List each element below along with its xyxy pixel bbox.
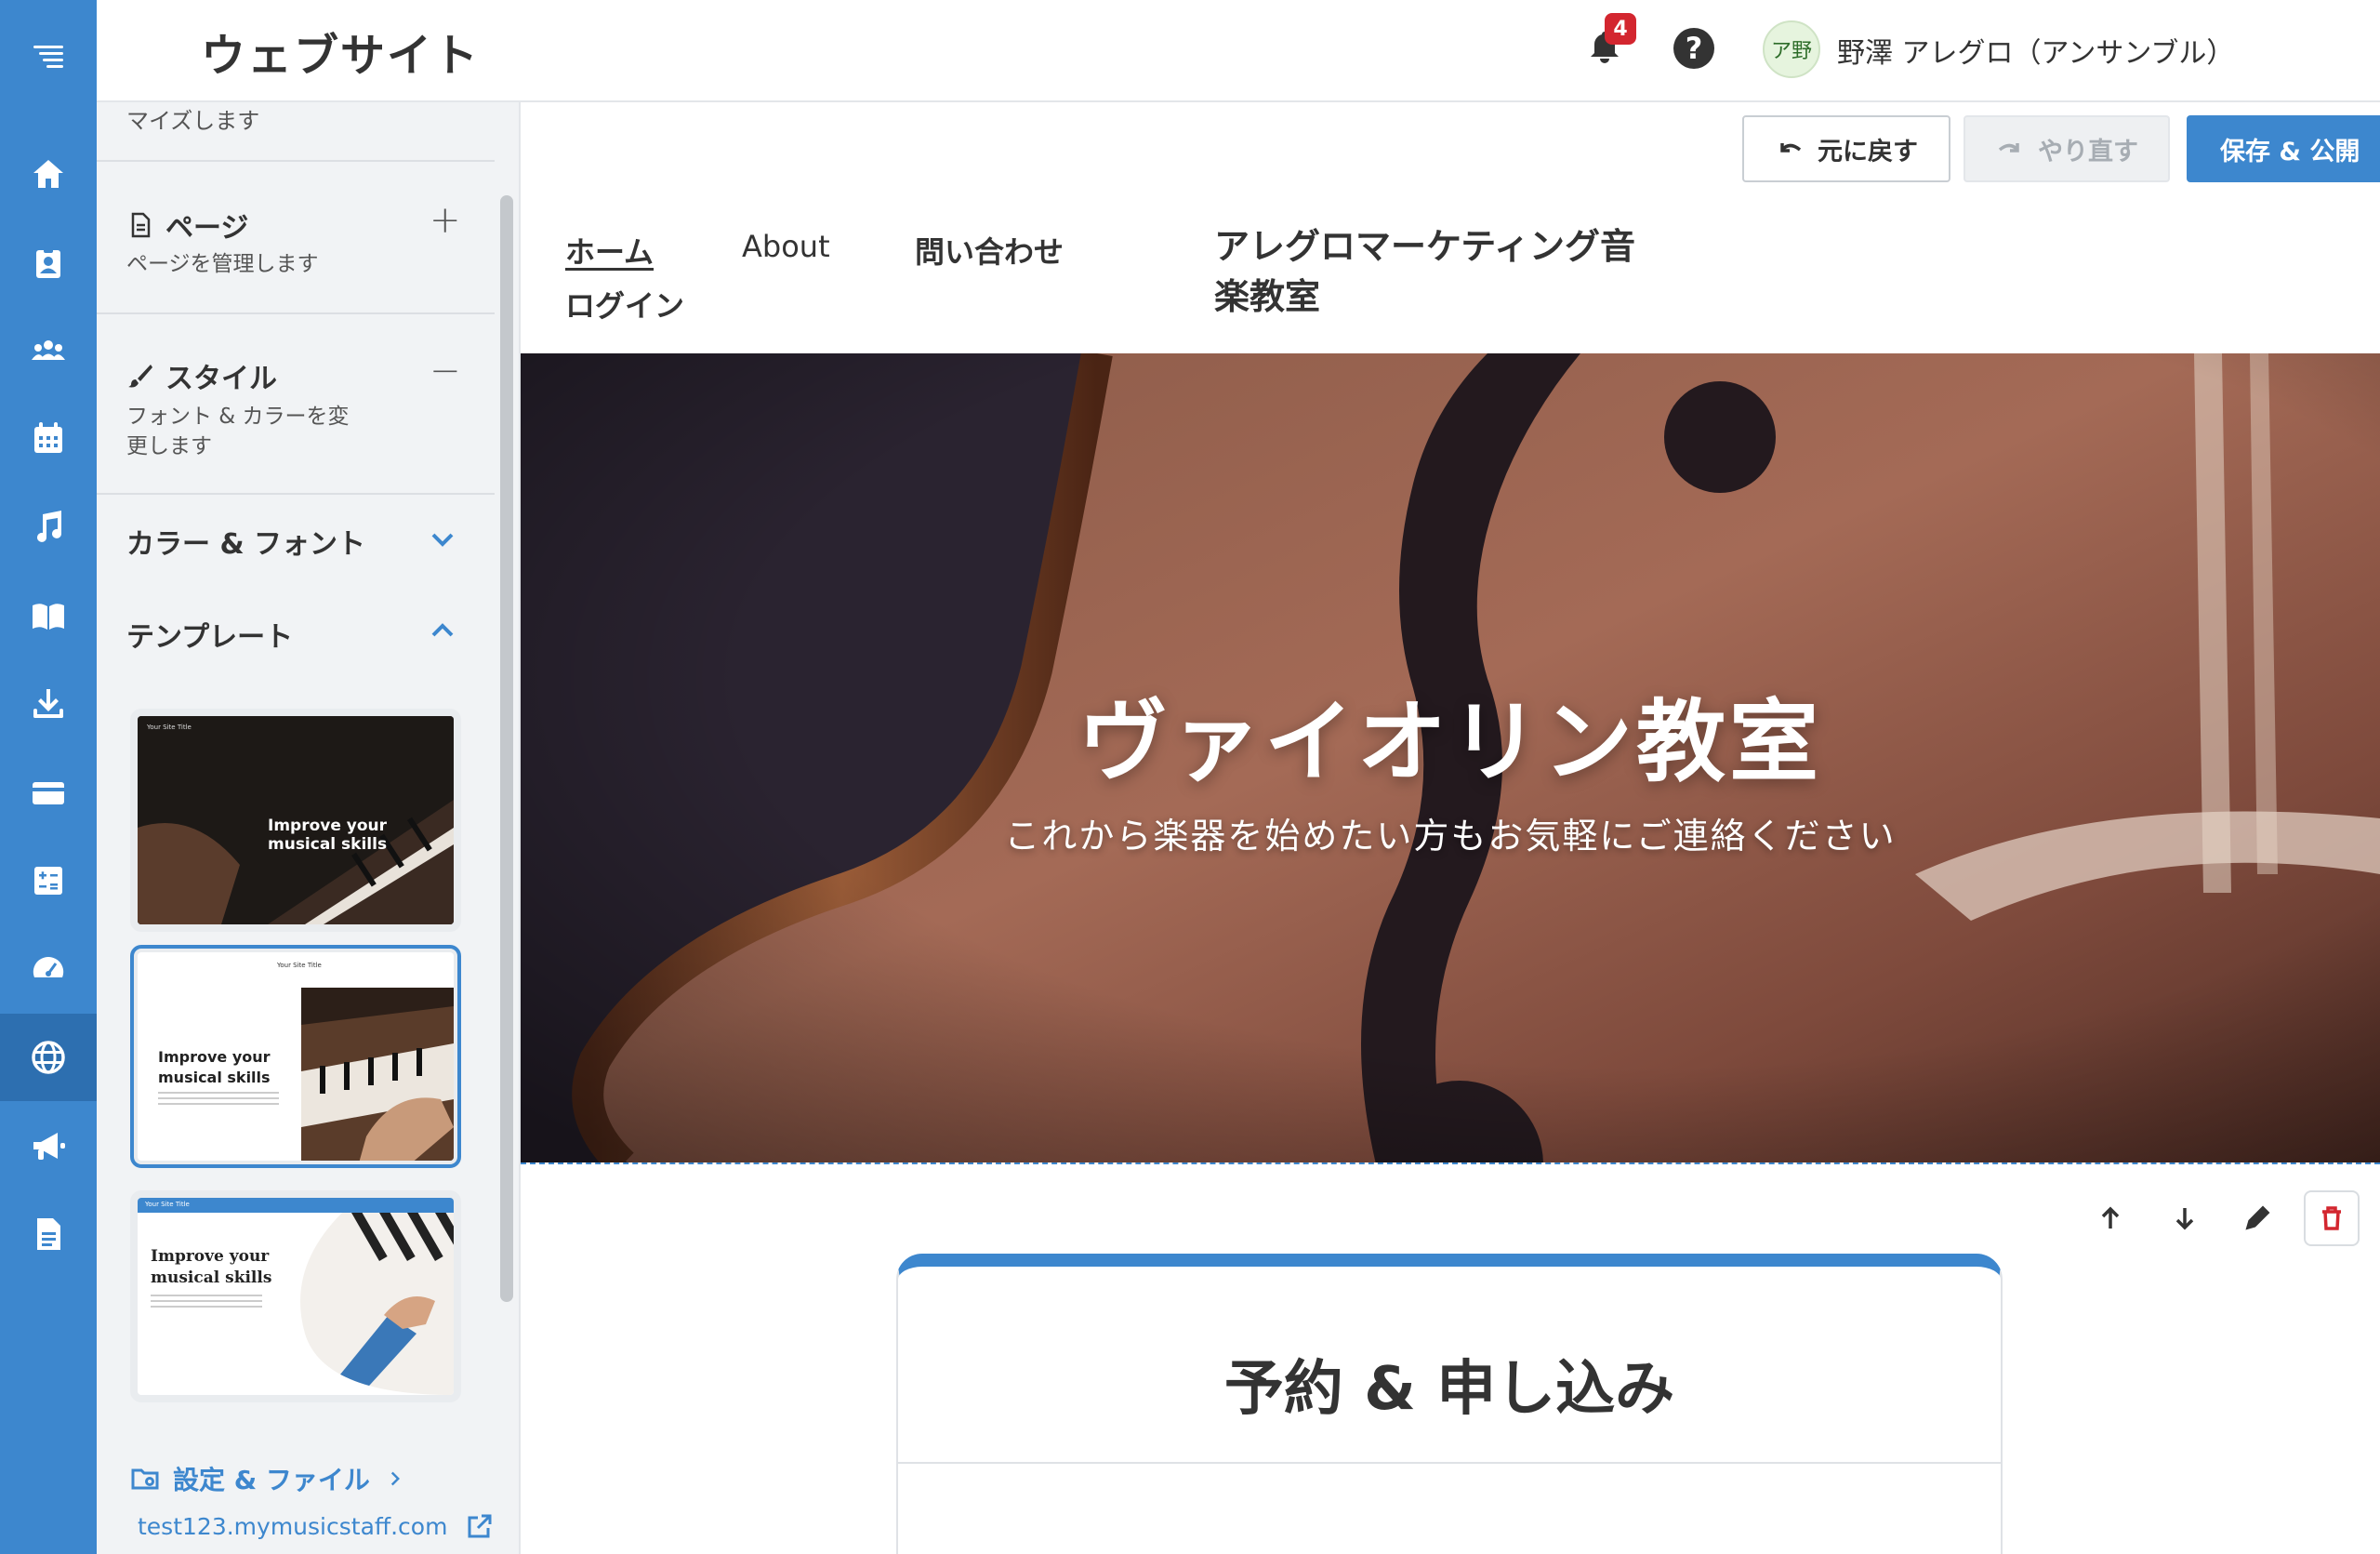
colors-fonts-title[interactable]: カラー & フォント <box>126 521 365 562</box>
page-icon <box>131 212 151 238</box>
template-heading: Improve your musical skills <box>151 1247 272 1287</box>
music-note-icon[interactable] <box>0 484 97 571</box>
notification-badge: 4 <box>1605 13 1636 45</box>
template-site-title: Your Site Title <box>277 962 322 969</box>
external-link-icon <box>468 1514 492 1538</box>
user-name[interactable]: 野澤 アレグロ（アンサンブル） <box>1837 30 2234 71</box>
truncated-description: マイズします <box>126 108 260 134</box>
redo-button[interactable]: やり直す <box>1964 115 2170 182</box>
divider <box>97 493 495 495</box>
paintbrush-icon <box>128 365 152 388</box>
add-page-button[interactable]: + <box>430 199 461 242</box>
trash-icon <box>2322 1206 2341 1230</box>
globe-icon[interactable] <box>0 1014 97 1101</box>
save-publish-button[interactable]: 保存 & 公開 <box>2187 115 2380 182</box>
download-icon[interactable] <box>0 660 97 748</box>
chevron-up-icon[interactable] <box>424 612 461 649</box>
hero-subtitle: これから楽器を始めたい方もお気軽にご連絡ください <box>1004 816 1897 857</box>
panel-scrollbar[interactable] <box>500 195 513 1302</box>
settings-files-link[interactable]: 設定 & ファイル <box>130 1460 407 1497</box>
piano-photo <box>301 988 454 1161</box>
nav-link-home[interactable]: ホーム <box>565 229 654 272</box>
divider <box>898 1462 2001 1464</box>
group-icon[interactable] <box>0 307 97 394</box>
template-heading: Improve your musical skills <box>268 817 388 854</box>
chevron-right-icon <box>390 1471 400 1486</box>
divider <box>97 160 495 162</box>
editor-side-panel: マイズします ページ ページを管理します + スタイル フォント & カラーを変… <box>97 102 521 1554</box>
help-icon[interactable]: ? <box>1673 28 1714 69</box>
gauge-icon[interactable] <box>0 926 97 1014</box>
folder-settings-icon <box>131 1468 159 1490</box>
pages-section-title[interactable]: ページ <box>126 205 248 246</box>
redo-icon <box>1998 143 2019 153</box>
avatar[interactable]: ア野 <box>1763 20 1820 78</box>
menu-icon[interactable] <box>0 13 97 100</box>
hero-section[interactable]: ヴァイオリン教室 これから楽器を始めたい方もお気軽にご連絡ください <box>521 353 2380 1164</box>
arrow-down-icon <box>2175 1208 2194 1230</box>
megaphone-icon[interactable] <box>0 1103 97 1190</box>
site-preview-nav: ホーム About 問い合わせ ログイン アレグロマーケティング音 楽教室 <box>521 195 2380 353</box>
chevron-down-icon[interactable] <box>424 521 461 558</box>
hero-title: ヴァイオリン教室 <box>1078 690 1822 794</box>
arrow-up-icon <box>2101 1206 2120 1229</box>
undo-button[interactable]: 元に戻す <box>1742 115 1950 182</box>
site-title: アレグロマーケティング音 楽教室 <box>1214 226 1635 317</box>
home-icon[interactable] <box>0 130 97 218</box>
nav-link-login[interactable]: ログイン <box>565 283 684 325</box>
move-down-button[interactable] <box>2157 1190 2213 1246</box>
template-thumbnail-2[interactable]: Your Site Title Improve your musical ski… <box>130 945 461 1168</box>
undo-icon <box>1780 143 1802 153</box>
move-up-button[interactable] <box>2082 1190 2138 1246</box>
booking-section-card[interactable]: 予約 & 申し込み <box>896 1254 2003 1554</box>
templates-title[interactable]: テンプレート <box>126 614 293 655</box>
nav-link-about[interactable]: About <box>742 229 830 264</box>
template-body-text <box>158 1092 279 1109</box>
nav-link-contact[interactable]: 問い合わせ <box>915 229 1064 272</box>
template-thumbnail-1[interactable]: Your Site Title Improve your musical ski… <box>130 709 461 932</box>
style-section-title[interactable]: スタイル <box>126 355 277 396</box>
template-site-title: Your Site Title <box>145 1201 190 1208</box>
site-url-link[interactable]: test123.mymusicstaff.com <box>138 1512 494 1540</box>
collapse-style-button[interactable]: − <box>430 350 461 392</box>
template-body-text <box>151 1295 262 1309</box>
style-section-desc: フォント & カラーを変 更します <box>126 405 350 458</box>
pages-section-desc: ページを管理します <box>126 252 319 276</box>
page-title: ウェブサイト <box>201 30 481 82</box>
template-heading: Improve your musical skills <box>158 1048 271 1086</box>
piano-photo-round <box>300 1213 454 1395</box>
edit-section-button[interactable] <box>2229 1190 2285 1246</box>
book-icon[interactable] <box>0 573 97 660</box>
template-site-title: Your Site Title <box>147 724 192 731</box>
divider <box>97 312 495 314</box>
nav-rail <box>0 0 97 1554</box>
pencil-icon <box>2245 1205 2270 1230</box>
calendar-icon[interactable] <box>0 394 97 482</box>
delete-section-button[interactable] <box>2304 1190 2360 1246</box>
card-icon[interactable] <box>0 750 97 837</box>
document-icon[interactable] <box>0 1190 97 1278</box>
template-thumbnail-3[interactable]: Your Site Title Improve your musical ski… <box>130 1190 461 1402</box>
calculator-icon[interactable] <box>0 837 97 924</box>
booking-title: 予約 & 申し込み <box>1223 1355 1675 1424</box>
contacts-icon[interactable] <box>0 219 97 307</box>
